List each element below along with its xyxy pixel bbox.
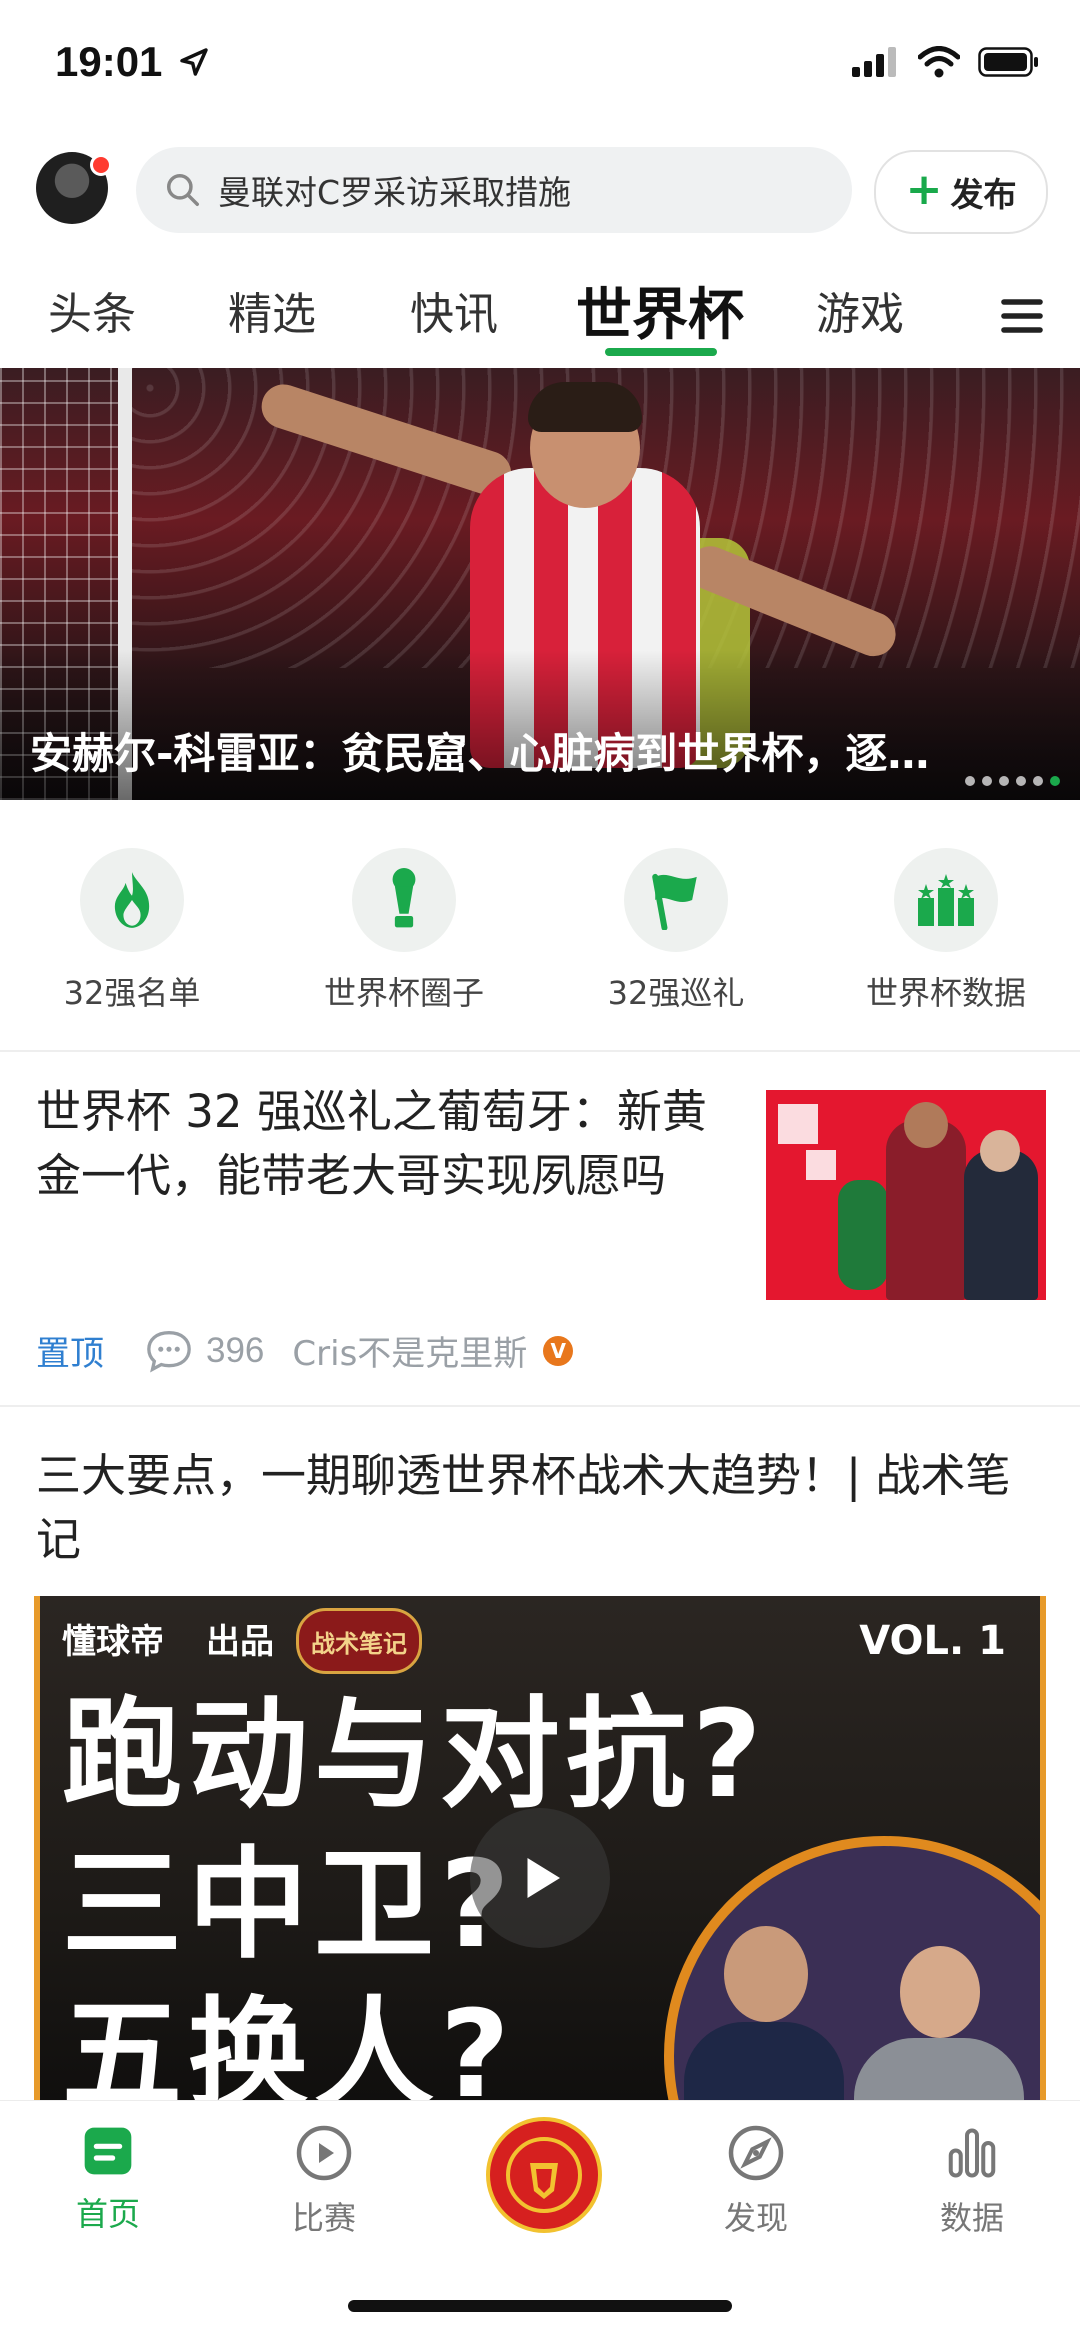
nav-home[interactable]: 首页 bbox=[28, 2123, 188, 2235]
comment-icon bbox=[147, 1330, 191, 1373]
carousel-dot bbox=[1016, 776, 1026, 786]
search-icon bbox=[167, 174, 199, 206]
article-thumbnail[interactable] bbox=[766, 1090, 1046, 1300]
author-name[interactable]: Cris不是克里斯 bbox=[292, 1326, 527, 1375]
home-indicator bbox=[348, 2300, 732, 2312]
shortcut-32-team-list[interactable]: 32强名单 bbox=[2, 848, 262, 1014]
bar-chart-icon bbox=[948, 2128, 996, 2178]
nav-data[interactable]: 数据 bbox=[892, 2123, 1052, 2239]
flame-icon bbox=[114, 872, 150, 928]
article-title[interactable]: 三大要点，一期聊透世界杯战术大趋势！| 战术笔记 bbox=[36, 1444, 1046, 1572]
pinned-tag: 置顶 bbox=[36, 1334, 104, 1374]
carousel-dot bbox=[999, 776, 1009, 786]
tab-headlines[interactable]: 头条 bbox=[48, 278, 136, 342]
nav-discover[interactable]: 发现 bbox=[676, 2123, 836, 2239]
article-title[interactable]: 世界杯 32 强巡礼之葡萄牙：新黄金一代，能带老大哥实现夙愿吗 bbox=[36, 1080, 736, 1208]
play-circle-icon bbox=[296, 2125, 352, 2181]
home-icon bbox=[84, 2127, 132, 2175]
nav-label: 发现 bbox=[723, 2199, 788, 2237]
carousel-dot bbox=[965, 776, 975, 786]
article-meta: 置顶 396 Cris不是克里斯 V bbox=[36, 1326, 574, 1375]
world-cup-shortcuts: 32强名单 世界杯圈子 32强巡礼 世界杯数据 bbox=[0, 800, 1080, 1050]
tab-games[interactable]: 游戏 bbox=[816, 278, 904, 342]
video-thumbnail[interactable]: 懂球帝 出品 战术笔记 VOL. 1 跑动与对抗? 三中卫? 五换人? bbox=[34, 1596, 1046, 2116]
hero-banner[interactable]: 安赫尔-科雷亚：贫民窟、心脏病到世界杯，逐… bbox=[0, 368, 1080, 800]
compass-icon bbox=[728, 2125, 784, 2181]
carousel-dot-active bbox=[1050, 776, 1060, 786]
carousel-dots bbox=[965, 776, 1060, 786]
shortcut-label: 32强巡礼 bbox=[607, 974, 745, 1012]
user-avatar[interactable] bbox=[36, 152, 112, 224]
active-tab-indicator bbox=[605, 348, 717, 356]
nav-label: 数据 bbox=[939, 2199, 1004, 2237]
publish-button[interactable]: + 发布 bbox=[874, 150, 1048, 234]
search-placeholder: 曼联对C罗采访采取措施 bbox=[218, 173, 572, 212]
menu-icon[interactable] bbox=[998, 292, 1046, 340]
comment-count: 396 bbox=[206, 1330, 265, 1370]
tab-world-cup[interactable]: 世界杯 bbox=[576, 270, 744, 351]
nav-label: 比赛 bbox=[291, 2199, 356, 2237]
verified-badge-icon: V bbox=[543, 1335, 574, 1366]
carousel-dot bbox=[982, 776, 992, 786]
publish-label: 发布 bbox=[950, 175, 1017, 214]
flag-icon bbox=[652, 873, 697, 930]
podium-icon bbox=[918, 874, 974, 926]
shortcut-32-team-tour[interactable]: 32强巡礼 bbox=[546, 848, 806, 1014]
shortcut-world-cup-circle[interactable]: 世界杯圈子 bbox=[274, 848, 534, 1014]
nav-label: 首页 bbox=[75, 2195, 140, 2233]
status-time: 19:01 bbox=[55, 38, 163, 85]
tab-featured[interactable]: 精选 bbox=[228, 278, 316, 342]
channel-tabs: 头条 精选 快讯 世界杯 游戏 bbox=[0, 268, 1080, 368]
search-bar[interactable]: 曼联对C罗采访采取措施 bbox=[136, 147, 852, 233]
notification-dot bbox=[90, 154, 112, 176]
signal-icon bbox=[852, 47, 896, 77]
team-logo-icon[interactable] bbox=[486, 2117, 602, 2233]
hero-title: 安赫尔-科雷亚：贫民窟、心脏病到世界杯，逐… bbox=[30, 729, 930, 778]
carousel-dot bbox=[1033, 776, 1043, 786]
article-divider bbox=[0, 1405, 1080, 1407]
trophy-icon bbox=[392, 868, 416, 928]
shortcut-label: 世界杯数据 bbox=[865, 974, 1026, 1012]
location-arrow-icon bbox=[180, 48, 208, 76]
nav-matches[interactable]: 比赛 bbox=[244, 2123, 404, 2239]
battery-icon bbox=[978, 47, 1038, 77]
shortcut-label: 32强名单 bbox=[63, 974, 201, 1012]
shortcut-label: 世界杯圈子 bbox=[323, 974, 484, 1012]
tab-news-flash[interactable]: 快讯 bbox=[410, 278, 498, 342]
shortcut-world-cup-data[interactable]: 世界杯数据 bbox=[816, 848, 1076, 1014]
wifi-icon bbox=[918, 46, 960, 78]
section-divider bbox=[0, 1050, 1080, 1052]
status-bar: 19:01 bbox=[0, 0, 1080, 130]
plus-icon: + bbox=[905, 164, 943, 215]
